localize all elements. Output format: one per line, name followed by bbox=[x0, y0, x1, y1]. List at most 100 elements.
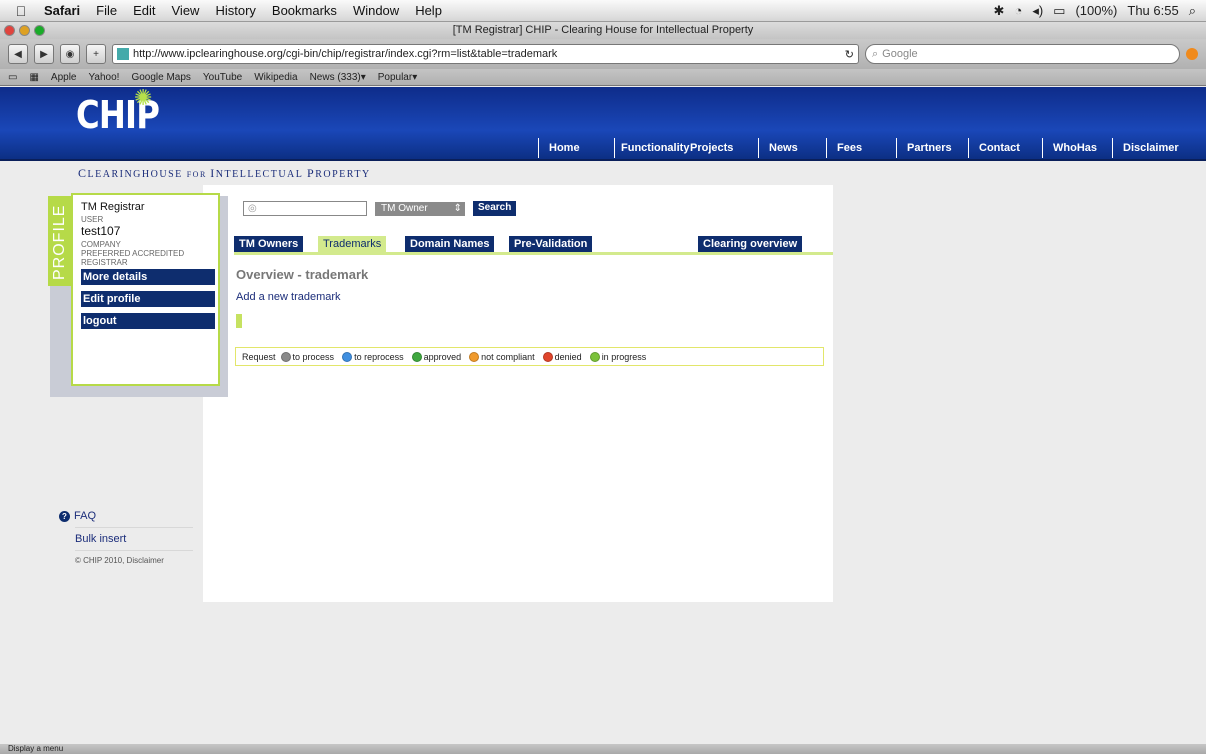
logo-star-icon: ✺ bbox=[134, 85, 153, 110]
menu-history[interactable]: History bbox=[207, 3, 263, 18]
nav-home[interactable]: Home bbox=[538, 138, 614, 158]
window-title: [TM Registrar] CHIP - Clearing House for… bbox=[452, 24, 754, 36]
site-search-input[interactable]: ◎ bbox=[243, 201, 367, 216]
tab-tm-owners[interactable]: TM Owners bbox=[234, 236, 304, 252]
approved-icon bbox=[411, 351, 422, 362]
main-nav: Home Functionality Projects News Fees Pa… bbox=[538, 138, 1196, 158]
add-trademark-link[interactable]: Add a new trademark bbox=[236, 291, 341, 303]
notification-icon[interactable] bbox=[1186, 48, 1198, 60]
profile-box: TM Registrar USER test107 COMPANY PREFER… bbox=[71, 193, 220, 386]
window-controls bbox=[4, 25, 45, 36]
eye-icon: ◎ bbox=[248, 203, 257, 214]
question-icon: ? bbox=[59, 510, 70, 522]
legend-label: Request bbox=[242, 351, 276, 362]
not-compliant-icon bbox=[469, 351, 480, 362]
nav-partners[interactable]: Partners bbox=[896, 138, 968, 158]
menu-bookmarks[interactable]: Bookmarks bbox=[264, 3, 345, 18]
divider bbox=[75, 527, 193, 528]
search-icon: ⌕ bbox=[872, 47, 879, 60]
tab-domain-names[interactable]: Domain Names bbox=[405, 236, 495, 252]
in-progress-icon bbox=[589, 351, 600, 362]
add-bookmark-button[interactable]: + bbox=[86, 44, 106, 64]
tab-underline bbox=[234, 252, 833, 255]
bookmarks-bar: ▭ ▦ Apple Yahoo! Google Maps YouTube Wik… bbox=[0, 69, 1206, 86]
nav-functionality[interactable]: Functionality bbox=[614, 138, 689, 158]
select-arrows-icon: ⇕ bbox=[453, 203, 462, 214]
tab-trademarks[interactable]: Trademarks bbox=[318, 236, 387, 252]
top-sites-icon[interactable]: ▦ bbox=[29, 72, 38, 83]
menu-view[interactable]: View bbox=[164, 3, 208, 18]
legend-to-process: to process bbox=[280, 351, 334, 362]
menu-help[interactable]: Help bbox=[407, 3, 450, 18]
search-type-select[interactable]: TM Owner ⇕ bbox=[375, 201, 465, 216]
address-bar[interactable]: http://www.ipclearinghouse.org/cgi-bin/c… bbox=[112, 44, 859, 64]
bookmarks-book-icon[interactable]: ▭ bbox=[8, 72, 17, 83]
nav-fees[interactable]: Fees bbox=[826, 138, 896, 158]
browser-toolbar: ◀ ▶ ◉ + http://www.ipclearinghouse.org/c… bbox=[0, 39, 1206, 69]
to-reprocess-icon bbox=[342, 351, 353, 362]
search-placeholder: Google bbox=[882, 48, 918, 60]
reload-icon[interactable]: ↻ bbox=[845, 48, 854, 61]
screenshot-button[interactable]: ◉ bbox=[60, 44, 80, 64]
menu-app-name[interactable]: Safari bbox=[36, 3, 88, 18]
menu-edit[interactable]: Edit bbox=[125, 3, 163, 18]
menu-window[interactable]: Window bbox=[345, 3, 407, 18]
bookmark-yahoo[interactable]: Yahoo! bbox=[88, 72, 119, 83]
status-legend: Request to process to reprocess approved… bbox=[235, 347, 824, 366]
bookmark-youtube[interactable]: YouTube bbox=[203, 72, 242, 83]
apple-menu-icon[interactable]:  bbox=[6, 3, 36, 19]
bookmark-news[interactable]: News (333)▾ bbox=[310, 72, 366, 83]
close-window-icon[interactable] bbox=[4, 25, 15, 36]
tab-pre-validation[interactable]: Pre-Validation bbox=[509, 236, 593, 252]
profile-role: TM Registrar bbox=[81, 201, 145, 213]
page-title: Overview - trademark bbox=[236, 267, 369, 282]
spotlight-icon[interactable]: ⌕ bbox=[1189, 3, 1196, 19]
profile-user: test107 bbox=[81, 224, 121, 238]
to-process-icon bbox=[280, 351, 291, 362]
favicon-icon bbox=[117, 48, 129, 60]
bookmark-apple[interactable]: Apple bbox=[51, 72, 77, 83]
zoom-window-icon[interactable] bbox=[34, 25, 45, 36]
url-text[interactable]: http://www.ipclearinghouse.org/cgi-bin/c… bbox=[133, 48, 841, 60]
profile-side-tab: PROFILE bbox=[48, 196, 71, 286]
wifi-icon[interactable]: ◔ bbox=[1014, 3, 1022, 18]
divider bbox=[75, 550, 193, 551]
more-details-button[interactable]: More details bbox=[81, 269, 215, 285]
battery-icon[interactable]: ▭ bbox=[1053, 3, 1065, 19]
logout-button[interactable]: logout bbox=[81, 313, 215, 329]
search-field[interactable]: ⌕ Google bbox=[865, 44, 1180, 64]
edit-profile-button[interactable]: Edit profile bbox=[81, 291, 215, 307]
minimize-window-icon[interactable] bbox=[19, 25, 30, 36]
back-button[interactable]: ◀ bbox=[8, 44, 28, 64]
clock[interactable]: Thu 6:55 bbox=[1127, 3, 1178, 18]
mac-menubar:  Safari File Edit View History Bookmark… bbox=[0, 0, 1206, 22]
legend-to-reprocess: to reprocess bbox=[342, 351, 404, 362]
menu-file[interactable]: File bbox=[88, 3, 125, 18]
legend-in-progress: in progress bbox=[589, 351, 646, 362]
forward-button[interactable]: ▶ bbox=[34, 44, 54, 64]
legend-not-compliant: not compliant bbox=[469, 351, 535, 362]
nav-contact[interactable]: Contact bbox=[968, 138, 1042, 158]
faq-link[interactable]: ? FAQ bbox=[59, 510, 96, 522]
nav-news[interactable]: News bbox=[758, 138, 826, 158]
search-type-value: TM Owner bbox=[381, 203, 428, 214]
search-row: ◎ TM Owner ⇕ Search bbox=[243, 201, 517, 216]
bookmark-wikipedia[interactable]: Wikipedia bbox=[254, 72, 297, 83]
nav-whohas[interactable]: WhoHas bbox=[1042, 138, 1112, 158]
legend-denied: denied bbox=[542, 351, 582, 362]
xls-export-icon[interactable] bbox=[236, 314, 242, 328]
bluetooth-icon[interactable]: ✱ bbox=[994, 3, 1005, 19]
nav-disclaimer[interactable]: Disclaimer bbox=[1112, 138, 1196, 158]
tab-clearing-overview[interactable]: Clearing overview bbox=[698, 236, 803, 252]
bulk-insert-link[interactable]: Bulk insert bbox=[75, 533, 126, 545]
profile-side-label: PROFILE bbox=[51, 204, 68, 280]
bookmark-google-maps[interactable]: Google Maps bbox=[131, 72, 190, 83]
volume-icon[interactable]: ◂) bbox=[1032, 3, 1043, 19]
status-bar: Display a menu bbox=[0, 744, 1206, 754]
nav-projects[interactable]: Projects bbox=[686, 138, 758, 158]
profile-company-label: COMPANY bbox=[81, 240, 121, 249]
site-header: CHIP ✺ Home Functionality Projects News … bbox=[0, 87, 1206, 161]
search-button[interactable]: Search bbox=[473, 201, 517, 216]
bookmark-popular[interactable]: Popular▾ bbox=[378, 72, 418, 83]
legend-approved: approved bbox=[411, 351, 461, 362]
